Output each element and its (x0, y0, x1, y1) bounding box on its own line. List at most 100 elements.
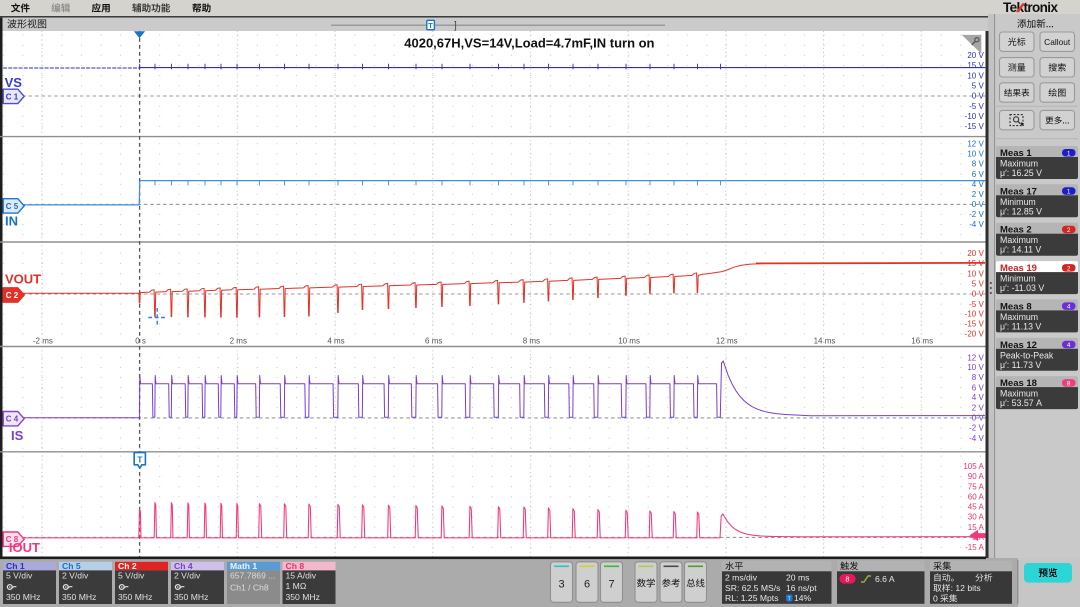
svg-text:8 ms: 8 ms (523, 336, 540, 345)
svg-text:-5 V: -5 V (969, 300, 984, 309)
svg-text:90 A: 90 A (968, 472, 985, 481)
svg-text:Maximum: Maximum (1000, 389, 1038, 399)
svg-text:8: 8 (1067, 380, 1071, 387)
svg-text:5 V: 5 V (972, 280, 985, 289)
svg-text:15 A: 15 A (968, 523, 985, 532)
svg-text:-4 V: -4 V (969, 434, 984, 443)
svg-text:5 V/div: 5 V/div (118, 571, 145, 581)
svg-text:75 A: 75 A (968, 482, 985, 491)
svg-text:16 ms: 16 ms (911, 336, 933, 345)
svg-text:Ch 5: Ch 5 (62, 561, 81, 571)
svg-text:0: 0 (933, 594, 938, 604)
svg-text:Meas 17: Meas 17 (1000, 186, 1037, 197)
svg-text:μ′: 16.25 V: μ′: 16.25 V (1000, 168, 1042, 178)
svg-text:-4 V: -4 V (969, 220, 984, 229)
svg-text:Meas 8: Meas 8 (1000, 301, 1032, 312)
svg-text:SR: 62.5 MS/s: SR: 62.5 MS/s (725, 583, 780, 593)
svg-text:20 ms: 20 ms (786, 572, 809, 582)
svg-text:10 V: 10 V (967, 363, 984, 372)
svg-text:6 V: 6 V (972, 170, 985, 179)
svg-text:4020,67H,VS=14V,Load=4.7mF,IN: 4020,67H,VS=14V,Load=4.7mF,IN turn on (404, 36, 654, 51)
svg-text:2 ms: 2 ms (230, 336, 247, 345)
svg-text:350 MHz: 350 MHz (6, 592, 40, 602)
svg-text:Ch 8: Ch 8 (286, 561, 305, 571)
svg-text:14%: 14% (794, 593, 812, 603)
svg-text:20 V: 20 V (967, 51, 984, 60)
svg-text:1 MΩ: 1 MΩ (286, 581, 307, 591)
svg-text:1: 1 (1067, 150, 1071, 157)
svg-text:Minimum: Minimum (1000, 197, 1036, 207)
svg-text:-2 V: -2 V (969, 210, 984, 219)
svg-text:2: 2 (1067, 265, 1071, 272)
svg-text:-15 A: -15 A (965, 543, 984, 552)
svg-text:IOUT: IOUT (9, 540, 40, 555)
svg-text:T: T (137, 454, 143, 464)
svg-text:4 V: 4 V (972, 393, 985, 402)
svg-text:0 V: 0 V (972, 200, 985, 209)
svg-text:5 V: 5 V (972, 82, 985, 91)
svg-text:4: 4 (1067, 304, 1071, 311)
svg-text:VS: VS (5, 75, 23, 90)
svg-text:350 MHz: 350 MHz (62, 592, 96, 602)
svg-text:3: 3 (558, 579, 564, 591)
svg-text:-10 V: -10 V (965, 310, 985, 319)
svg-text:]: ] (454, 21, 457, 32)
svg-text:4 V: 4 V (972, 180, 985, 189)
svg-text:Meas 12: Meas 12 (1000, 340, 1037, 351)
svg-text:0 V: 0 V (972, 290, 985, 299)
svg-text:10 V: 10 V (967, 150, 984, 159)
svg-text:μ′: 12.85 V: μ′: 12.85 V (1000, 206, 1042, 216)
svg-text:C 5: C 5 (6, 202, 19, 211)
svg-text:10 ms: 10 ms (618, 336, 640, 345)
svg-text:0 s: 0 s (135, 336, 146, 345)
svg-text:Meas 19: Meas 19 (1000, 263, 1037, 274)
svg-text:: 12 bits: : 12 bits (951, 583, 981, 593)
svg-text:10 V: 10 V (967, 269, 984, 278)
svg-text:6: 6 (584, 579, 590, 591)
svg-text:Ch 2: Ch 2 (118, 561, 137, 571)
svg-text:60 A: 60 A (968, 492, 985, 501)
svg-text:4 ms: 4 ms (327, 336, 344, 345)
svg-text:2 ms/div: 2 ms/div (725, 572, 758, 582)
svg-text:350 MHz: 350 MHz (118, 592, 152, 602)
svg-text:350 MHz: 350 MHz (286, 592, 320, 602)
svg-text:-10 V: -10 V (965, 112, 985, 121)
svg-text:μ′: -11.03 V: μ′: -11.03 V (1000, 283, 1044, 293)
svg-text:8 V: 8 V (972, 160, 985, 169)
svg-text:C 1: C 1 (6, 92, 19, 101)
svg-text:VOUT: VOUT (5, 272, 41, 287)
svg-text:C 4: C 4 (6, 415, 19, 424)
svg-text:0 V: 0 V (972, 92, 985, 101)
svg-text:20 V: 20 V (967, 249, 984, 258)
svg-text:μ′: 53.57 A: μ′: 53.57 A (1000, 398, 1042, 408)
svg-text:Ch 4: Ch 4 (174, 561, 193, 571)
svg-text:Maximum: Maximum (1000, 235, 1038, 245)
svg-text:7: 7 (608, 579, 614, 591)
svg-text:10 V: 10 V (967, 71, 984, 80)
svg-text:IS: IS (11, 428, 24, 443)
svg-text:Meas 18: Meas 18 (1000, 378, 1037, 389)
svg-text:6 V: 6 V (972, 383, 985, 392)
svg-text:μ′: 14.11 V: μ′: 14.11 V (1000, 245, 1041, 255)
svg-text:Ch 1: Ch 1 (6, 561, 25, 571)
svg-text:μ′: 11.73 V: μ′: 11.73 V (1000, 360, 1041, 370)
svg-text:2: 2 (1067, 227, 1071, 234)
svg-text:IN: IN (5, 214, 18, 229)
svg-text:15 A/div: 15 A/div (286, 571, 317, 581)
svg-text:-15 V: -15 V (965, 320, 985, 329)
svg-text:30 A: 30 A (968, 513, 985, 522)
svg-text:45 A: 45 A (968, 503, 985, 512)
svg-text:8: 8 (845, 575, 849, 584)
svg-text:μ′: 11.13 V: μ′: 11.13 V (1000, 321, 1041, 331)
svg-text:2 V: 2 V (972, 403, 985, 412)
svg-text:6.6 A: 6.6 A (875, 574, 895, 584)
svg-text:Peak-to-Peak: Peak-to-Peak (1000, 350, 1054, 360)
svg-text:Maximum: Maximum (1000, 159, 1038, 169)
svg-text:12 V: 12 V (967, 353, 984, 362)
svg-text:105 A: 105 A (963, 462, 984, 471)
svg-text:Maximum: Maximum (1000, 312, 1038, 322)
svg-text:12 ms: 12 ms (716, 336, 738, 345)
svg-text:Math 1: Math 1 (230, 561, 257, 571)
svg-text:Minimum: Minimum (1000, 274, 1036, 284)
svg-text:-2 V: -2 V (969, 424, 984, 433)
